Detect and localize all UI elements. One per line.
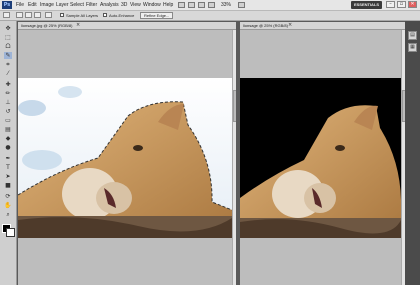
sample-all-layers-label: Sample All Layers (66, 13, 99, 18)
auto-enhance-label: Auto-Enhance (109, 13, 135, 18)
pen-icon[interactable]: ✒ (4, 155, 12, 162)
panel-dock: ▤ ▦ (405, 21, 420, 285)
tool-preset-icon[interactable] (3, 12, 10, 18)
brush-icon[interactable]: ✏ (4, 90, 12, 97)
document-tab-title: lionsage @ 25% (RGB/8) (243, 23, 288, 28)
close-document-icon[interactable]: × (76, 22, 80, 28)
type-icon[interactable]: T (4, 164, 12, 171)
shape-icon[interactable]: ■ (4, 182, 12, 189)
gradient-icon[interactable]: ▤ (4, 126, 12, 133)
arrange-documents-icon[interactable] (208, 2, 215, 8)
hand-icon[interactable]: ✋ (4, 202, 12, 209)
new-selection-icon[interactable] (16, 12, 23, 18)
tools-panel: ✥ ⬚ ᗝ ✎ ⌗ ⁄ ✚ ✏ ⊥ ↺ ▭ ▤ ◆ ● ✒ T ➤ ■ ⟳ ✋ … (0, 21, 17, 285)
background-color-swatch[interactable] (6, 228, 15, 237)
scrollbar-thumb[interactable] (233, 90, 236, 122)
add-to-selection-icon[interactable] (25, 12, 32, 18)
menu-window[interactable]: Window (143, 2, 161, 8)
subtract-selection-icon[interactable] (34, 12, 41, 18)
sample-all-layers-checkbox[interactable] (60, 13, 64, 17)
eyedropper-icon[interactable]: ⁄ (4, 70, 12, 77)
menu-view[interactable]: View (130, 2, 141, 8)
refine-edge-button[interactable]: Refine Edge... (140, 12, 174, 19)
menu-edit[interactable]: Edit (28, 2, 37, 8)
photoshop-logo: Ps (2, 1, 12, 9)
menu-file[interactable]: File (16, 2, 24, 8)
healing-brush-icon[interactable]: ✚ (4, 81, 12, 88)
document-tab-title: lionsage.jpg @ 25% (RGB/8) (21, 23, 73, 28)
document-window-right: lionsage @ 25% (RGB/8) × (240, 22, 405, 285)
canvas-right[interactable] (240, 30, 401, 285)
canvas-left[interactable] (18, 30, 232, 285)
eraser-icon[interactable]: ▭ (4, 117, 12, 124)
marquee-icon[interactable]: ⬚ (4, 34, 12, 41)
clone-stamp-icon[interactable]: ⊥ (4, 99, 12, 106)
close-button[interactable]: ✕ (408, 1, 417, 8)
menu-help[interactable]: Help (163, 2, 173, 8)
close-document-icon[interactable]: × (288, 22, 292, 28)
options-bar: Sample All Layers Auto-Enhance Refine Ed… (0, 11, 420, 21)
zoom-level[interactable]: 33% (221, 2, 231, 8)
menu-bar: Ps File Edit Image Layer Select Filter A… (0, 0, 420, 11)
3d-rotate-icon[interactable]: ⟳ (4, 193, 12, 200)
blur-icon[interactable]: ◆ (4, 135, 12, 142)
path-selection-icon[interactable]: ➤ (4, 173, 12, 180)
menu-filter[interactable]: Filter (86, 2, 97, 8)
vertical-scrollbar[interactable] (232, 30, 236, 285)
document-tab-right[interactable]: lionsage @ 25% (RGB/8) × (240, 22, 405, 30)
lasso-icon[interactable]: ᗝ (4, 43, 12, 50)
workspace-switcher[interactable]: ESSENTIALS (351, 1, 382, 9)
zoom-icon[interactable]: ⌕ (4, 211, 12, 218)
minimize-button[interactable]: – (386, 1, 395, 8)
document-window-left: lionsage.jpg @ 25% (RGB/8) × (18, 22, 236, 285)
menu-select[interactable]: Select (70, 2, 84, 8)
document-tab-left[interactable]: lionsage.jpg @ 25% (RGB/8) × (18, 22, 236, 30)
history-panel-icon[interactable]: ▤ (408, 31, 417, 40)
maximize-button[interactable]: ▫ (397, 1, 406, 8)
auto-enhance-checkbox[interactable] (103, 13, 107, 17)
menu-analysis[interactable]: Analysis (100, 2, 119, 8)
menu-3d[interactable]: 3D (121, 2, 127, 8)
crop-icon[interactable]: ⌗ (4, 61, 12, 68)
quick-selection-icon[interactable]: ✎ (4, 52, 12, 59)
properties-panel-icon[interactable]: ▦ (408, 43, 417, 52)
view-extras-icon[interactable] (198, 2, 205, 8)
mini-bridge-icon[interactable] (188, 2, 195, 8)
brush-size-icon[interactable] (45, 12, 52, 18)
bridge-icon[interactable] (178, 2, 185, 8)
menu-layer[interactable]: Layer (56, 2, 69, 8)
menu-image[interactable]: Image (40, 2, 54, 8)
history-brush-icon[interactable]: ↺ (4, 108, 12, 115)
screen-mode-icon[interactable] (238, 2, 245, 8)
dodge-icon[interactable]: ● (4, 144, 12, 151)
move-icon[interactable]: ✥ (4, 25, 12, 32)
